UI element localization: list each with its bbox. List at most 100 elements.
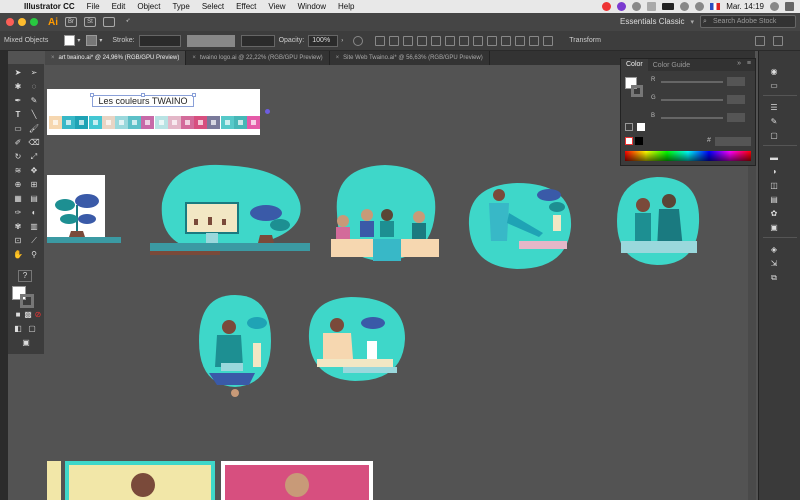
green-value-field[interactable] — [727, 95, 745, 104]
selection-handle[interactable] — [192, 93, 196, 97]
align-center-icon[interactable] — [403, 35, 414, 46]
appearance-icon[interactable]: ▤ — [768, 195, 780, 205]
zoom-tool-icon[interactable]: ⚲ — [28, 250, 40, 260]
palette-chip[interactable] — [128, 116, 142, 129]
stroke-weight-field[interactable] — [138, 34, 181, 47]
cloud-icon[interactable] — [632, 2, 642, 11]
tab-twaino-logo[interactable]: × twaino logo.ai @ 22,22% (RGB/GPU Previe… — [186, 51, 330, 65]
list-icon[interactable] — [785, 2, 794, 11]
palette-title-box[interactable]: Les couleurs TWAINO — [90, 93, 196, 107]
stock-search-input[interactable]: Search Adobe Stock — [700, 15, 796, 28]
palette-chip[interactable] — [49, 116, 62, 129]
close-tab-icon[interactable]: × — [51, 55, 55, 61]
width-tool-icon[interactable]: ≋ — [12, 166, 24, 176]
stroke-swatch[interactable] — [86, 35, 98, 46]
black-swatch-icon[interactable] — [635, 137, 643, 145]
recolor-icon[interactable] — [353, 35, 364, 46]
eyedropper-tool-icon[interactable]: ✑ — [12, 208, 24, 218]
layers-icon[interactable]: ◈ — [768, 245, 780, 255]
distribute-left-icon[interactable] — [515, 35, 526, 46]
export-icon[interactable]: ⇲ — [768, 259, 780, 269]
opacity-field[interactable]: 100% — [308, 34, 339, 47]
graph-tool-icon[interactable]: ▥ — [28, 222, 40, 232]
direct-selection-tool-icon[interactable]: ➢ — [28, 68, 40, 78]
stroke-color-icon[interactable] — [20, 294, 34, 308]
hand-tool-icon[interactable]: ✋ — [12, 250, 24, 260]
close-tab-icon[interactable]: × — [192, 55, 196, 61]
change-screen-mode-icon[interactable]: ▣ — [20, 338, 32, 348]
menu-app-name[interactable]: Illustrator CC — [18, 2, 81, 11]
blue-slider[interactable]: B — [651, 113, 747, 123]
panel-menu-icon[interactable]: ≡ — [747, 60, 751, 67]
blend-tool-icon[interactable]: ◐ — [28, 208, 40, 218]
transform-link[interactable]: Transform — [569, 37, 601, 44]
palette-chip[interactable] — [101, 116, 115, 129]
distribute-middle-icon[interactable] — [487, 35, 498, 46]
magic-wand-tool-icon[interactable]: ✱ — [12, 82, 24, 92]
panel-stroke-icon[interactable] — [631, 85, 643, 97]
eraser-tool-icon[interactable]: ⌫ — [28, 138, 40, 148]
swatches-icon[interactable]: ☰ — [768, 103, 780, 113]
menu-object[interactable]: Object — [131, 2, 166, 11]
red-value-field[interactable] — [727, 77, 745, 86]
brushes-icon[interactable]: ✎ — [768, 117, 780, 127]
tab-color[interactable]: Color — [621, 59, 648, 71]
menu-view[interactable]: View — [262, 2, 291, 11]
transparency-icon[interactable]: ◫ — [768, 181, 780, 191]
rotate-tool-icon[interactable]: ↻ — [12, 152, 24, 162]
record-icon[interactable] — [602, 2, 612, 11]
panel-menu-icon[interactable] — [772, 35, 783, 46]
wifi-icon[interactable] — [680, 2, 690, 11]
blue-value-field[interactable] — [727, 113, 745, 122]
brush-definition-field[interactable] — [240, 34, 275, 47]
curvature-tool-icon[interactable]: ✎ — [28, 96, 40, 106]
anchor-point[interactable] — [265, 109, 270, 114]
tab-color-guide[interactable]: Color Guide — [648, 62, 695, 69]
hex-field[interactable] — [715, 137, 751, 146]
asset-export-icon[interactable]: ⧉ — [768, 273, 780, 283]
selection-tool-icon[interactable]: ➤ — [12, 68, 24, 78]
rectangle-tool-icon[interactable]: ▭ — [12, 124, 24, 134]
stock-icon[interactable]: St — [84, 17, 96, 27]
puppet-warp-tool-icon[interactable]: ✥ — [28, 166, 40, 176]
chevron-down-icon[interactable]: ▾ — [690, 18, 694, 26]
scale-tool-icon[interactable]: ⤢ — [28, 152, 40, 162]
graphic-styles-icon[interactable]: ✿ — [768, 209, 780, 219]
palette-chip[interactable] — [220, 116, 234, 129]
menubar-clock[interactable]: Mar. 14:19 — [726, 2, 764, 11]
type-tool-icon[interactable]: T — [12, 110, 24, 120]
gpu-performance-icon[interactable]: ➶ — [122, 17, 134, 27]
person-with-plant-illustration[interactable] — [463, 179, 575, 271]
slice-tool-icon[interactable]: ⟋ — [28, 236, 40, 246]
screen-icon[interactable] — [647, 2, 657, 11]
symbols-icon[interactable]: ▢ — [768, 131, 780, 141]
menu-effect[interactable]: Effect — [230, 2, 262, 11]
arrange-documents-icon[interactable] — [103, 17, 115, 27]
palette-chip[interactable] — [154, 116, 168, 129]
plant-card-illustration[interactable] — [47, 175, 121, 253]
zoom-window-icon[interactable] — [30, 18, 38, 26]
palette-chip[interactable] — [207, 116, 221, 129]
distribute-center-icon[interactable] — [529, 35, 540, 46]
battery-icon[interactable] — [662, 3, 675, 10]
palette-chip[interactable] — [62, 116, 76, 129]
align-bottom-icon[interactable] — [459, 35, 470, 46]
seated-laptop-illustration[interactable] — [195, 293, 275, 401]
distribute-bottom-icon[interactable] — [501, 35, 512, 46]
opacity-chevron-icon[interactable]: › — [341, 38, 343, 44]
palette-chip[interactable] — [181, 116, 194, 129]
align-left-icon[interactable] — [389, 35, 400, 46]
align-to-icon[interactable] — [375, 35, 386, 46]
desk-worker-illustration[interactable] — [303, 295, 411, 385]
align-right-icon[interactable] — [417, 35, 428, 46]
palette-chip[interactable] — [194, 116, 208, 129]
gradient-panel-icon[interactable]: ◑ — [768, 167, 780, 177]
flag-icon[interactable] — [710, 3, 721, 10]
artboard-tool-icon[interactable]: ⊡ — [12, 236, 24, 246]
pen-tool-icon[interactable]: ✒ — [12, 96, 24, 106]
mesh-tool-icon[interactable]: ▦ — [12, 194, 24, 204]
symbol-sprayer-tool-icon[interactable]: ✾ — [12, 222, 24, 232]
paintbrush-tool-icon[interactable]: 🖌 — [28, 124, 40, 134]
workspace-switcher[interactable]: Essentials Classic — [620, 17, 684, 26]
collapse-panel-icon[interactable]: » — [737, 60, 741, 67]
